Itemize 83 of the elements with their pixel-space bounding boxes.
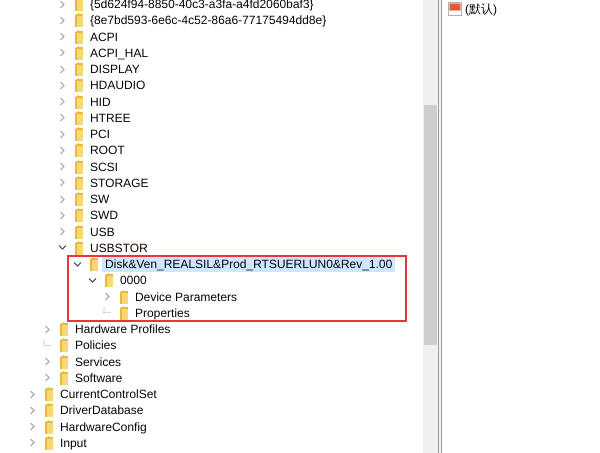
folder-icon — [59, 338, 69, 352]
folder-icon — [44, 436, 54, 450]
chevron-right-icon[interactable] — [43, 357, 52, 366]
chevron-right-icon[interactable] — [103, 292, 112, 302]
folder-icon — [74, 30, 84, 44]
folder-icon — [74, 127, 84, 142]
chevron-right-icon[interactable] — [58, 178, 67, 188]
folder-icon — [74, 192, 84, 206]
tree-item[interactable]: Hardware Profiles — [72, 321, 174, 338]
folder-icon — [89, 257, 99, 272]
tree-item[interactable]: SCSI — [87, 158, 122, 175]
scrollbar-thumb[interactable] — [424, 105, 437, 345]
tree-item[interactable]: Device Parameters — [132, 288, 240, 305]
tree-item[interactable]: Services — [72, 354, 124, 370]
chevron-right-icon[interactable] — [28, 422, 37, 432]
chevron-right-icon[interactable] — [58, 48, 67, 58]
tree-item[interactable]: ACPI — [87, 28, 122, 45]
folder-icon — [74, 62, 84, 76]
tree-item[interactable]: {8e7bd593-6e6c-4c52-86a6-77175494dd8e} — [87, 12, 330, 28]
tree-item[interactable]: STORAGE — [87, 174, 152, 191]
folder-icon — [74, 176, 84, 190]
tree-item[interactable]: Input — [57, 434, 90, 451]
chevron-right-icon[interactable] — [58, 32, 67, 42]
tree-item[interactable]: ROOT — [87, 142, 128, 158]
folder-icon — [59, 322, 69, 336]
chevron-right-icon[interactable] — [58, 146, 67, 155]
chevron-right-icon[interactable] — [58, 194, 67, 204]
tree-item[interactable]: SW — [87, 191, 112, 208]
folder-icon — [119, 306, 129, 320]
folder-icon — [74, 94, 84, 109]
chevron-right-icon[interactable] — [28, 438, 37, 448]
chevron-right-icon[interactable] — [58, 113, 67, 122]
folder-icon — [59, 370, 69, 385]
folder-icon — [74, 13, 84, 28]
chevron-right-icon[interactable] — [58, 162, 67, 172]
tree-item[interactable]: Policies — [72, 337, 120, 354]
folder-icon — [74, 78, 84, 92]
chevron-right-icon[interactable] — [58, 16, 67, 25]
chevron-right-icon[interactable] — [58, 227, 67, 236]
folder-icon — [74, 46, 84, 60]
folder-icon — [74, 240, 84, 255]
chevron-right-icon[interactable] — [43, 373, 52, 382]
tree-item[interactable]: Disk&Ven_REALSIL&Prod_RTSUERLUN0&Rev_1.00 — [102, 256, 396, 272]
tree-item[interactable]: PCI — [87, 126, 114, 142]
folder-icon — [59, 354, 69, 369]
folder-icon — [44, 420, 54, 434]
tree-item[interactable]: DISPLAY — [87, 61, 143, 78]
chevron-right-icon[interactable] — [58, 0, 67, 9]
chevron-down-icon[interactable] — [88, 276, 97, 285]
folder-icon — [74, 208, 84, 222]
folder-icon — [44, 387, 54, 402]
tree-item[interactable]: ACPI_HAL — [87, 44, 152, 61]
tree-item[interactable]: HID — [87, 94, 114, 110]
chevron-right-icon[interactable] — [58, 80, 67, 90]
folder-icon — [119, 290, 129, 304]
folder-icon — [74, 224, 84, 239]
folder-icon — [104, 273, 114, 288]
value-name[interactable]: (默认) — [465, 0, 497, 18]
folder-icon — [44, 403, 54, 418]
chevron-right-icon[interactable] — [58, 97, 67, 106]
tree-item[interactable]: CurrentControlSet — [57, 386, 160, 402]
folder-icon — [74, 143, 84, 158]
folder-icon — [74, 110, 84, 125]
tree-item[interactable]: USBSTOR — [87, 240, 151, 256]
tree-item[interactable]: 0000 — [117, 272, 150, 288]
tree-item[interactable]: SWD — [87, 207, 121, 224]
tree-item[interactable]: HTREE — [87, 110, 134, 126]
tree-item[interactable]: HDAUDIO — [87, 77, 148, 94]
chevron-down-icon[interactable] — [58, 243, 67, 252]
tree-item[interactable]: Software — [72, 370, 126, 386]
tree-item[interactable]: USB — [87, 224, 118, 240]
tree-item[interactable]: HardwareConfig — [57, 418, 150, 435]
chevron-right-icon[interactable] — [43, 324, 52, 334]
chevron-down-icon[interactable] — [73, 260, 82, 269]
folder-icon — [74, 160, 84, 174]
chevron-right-icon[interactable] — [58, 64, 67, 74]
tree-item[interactable]: DriverDatabase — [57, 402, 146, 418]
tree-item[interactable]: Properties — [132, 304, 193, 321]
folder-icon — [74, 0, 84, 12]
chevron-right-icon[interactable] — [58, 130, 67, 139]
chevron-right-icon[interactable] — [28, 406, 37, 415]
chevron-right-icon[interactable] — [28, 390, 37, 399]
chevron-right-icon[interactable] — [58, 210, 67, 220]
